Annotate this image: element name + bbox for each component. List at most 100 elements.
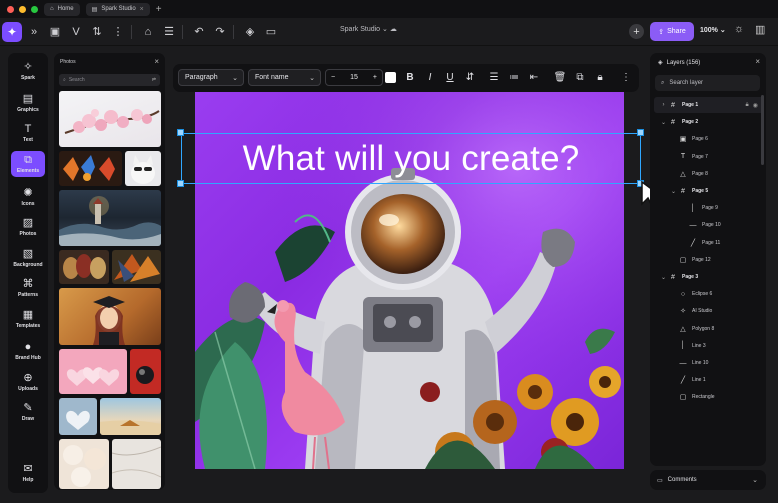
- indent-button[interactable]: ⇤: [527, 70, 541, 85]
- duplicate-button[interactable]: ⧉: [573, 70, 587, 85]
- rail-item-uploads[interactable]: ⊕ Uploads: [11, 372, 45, 392]
- lock-button[interactable]: 🔒︎: [593, 70, 607, 85]
- rail-item-templates[interactable]: ▦ Templates: [11, 309, 45, 329]
- home-button[interactable]: ⌂: [139, 23, 157, 41]
- canvas-headline-textbox[interactable]: What will you create?: [181, 133, 641, 184]
- close-icon[interactable]: ×: [154, 57, 159, 66]
- rail-item-photos[interactable]: ▨ Photos: [11, 217, 45, 237]
- sort-button[interactable]: ⇅: [88, 23, 106, 41]
- expand-chevron-icon[interactable]: ⌄: [670, 188, 677, 195]
- layers-button[interactable]: ◈: [241, 23, 259, 41]
- layer-row[interactable]: ▢ Rectangle: [654, 389, 764, 405]
- minimize-window-button[interactable]: [19, 5, 26, 13]
- photo-beach[interactable]: [100, 398, 161, 435]
- app-logo-button[interactable]: ✦: [2, 21, 22, 42]
- maximize-window-button[interactable]: [31, 5, 38, 13]
- minus-icon[interactable]: −: [331, 74, 335, 81]
- photo-hearts[interactable]: [59, 349, 127, 394]
- resize-handle-top-right[interactable]: [637, 129, 644, 136]
- underline-button[interactable]: U: [443, 70, 457, 85]
- font-family-select[interactable]: Font name ⌄: [248, 69, 321, 86]
- tab-home[interactable]: ⌂ Home: [44, 2, 80, 16]
- more-options-button[interactable]: ⋮: [619, 70, 633, 85]
- photo-search-input[interactable]: ⌕ Search ⇌: [59, 74, 160, 86]
- layer-row[interactable]: T Page 7: [654, 149, 764, 165]
- undo-button[interactable]: ↶: [190, 23, 208, 41]
- theme-toggle[interactable]: ☼: [734, 23, 744, 35]
- photo-marble[interactable]: [112, 439, 161, 489]
- plus-icon[interactable]: +: [373, 74, 377, 81]
- photo-autumn-leaves[interactable]: [112, 250, 161, 284]
- new-tab-button[interactable]: +: [156, 4, 162, 15]
- layer-row[interactable]: │ Page 9: [654, 200, 764, 216]
- photo-heart-ornament[interactable]: [59, 398, 97, 435]
- filter-icon[interactable]: ⇌: [152, 77, 156, 83]
- layer-row[interactable]: ╱ Line 1: [654, 372, 764, 388]
- expand-button[interactable]: »: [25, 23, 43, 41]
- layer-row[interactable]: ○ Eclipse 6: [654, 286, 764, 302]
- list-button[interactable]: ≔: [507, 70, 521, 85]
- delete-button[interactable]: 🗑︎: [553, 70, 567, 85]
- rail-item-graphics[interactable]: ▤ Graphics: [11, 93, 45, 113]
- rail-item-icons[interactable]: ✺ Icons: [11, 187, 45, 207]
- italic-button[interactable]: I: [423, 70, 437, 85]
- comment-button[interactable]: ▭: [262, 23, 280, 41]
- resize-handle-top-left[interactable]: [177, 129, 184, 136]
- paragraph-style-select[interactable]: Paragraph ⌄: [178, 69, 244, 86]
- photo-masks[interactable]: [59, 250, 109, 284]
- expand-chevron-icon[interactable]: ›: [660, 102, 667, 108]
- resize-handle-bottom-left[interactable]: [177, 180, 184, 187]
- right-panel-toggle[interactable]: ▥: [755, 23, 765, 36]
- share-button[interactable]: ⇪ Share: [650, 22, 694, 41]
- close-tab-icon[interactable]: ×: [140, 6, 144, 13]
- layer-row[interactable]: ⌄ # Page 5: [654, 183, 764, 199]
- more-button[interactable]: ⋮: [109, 23, 127, 41]
- rail-item-spark[interactable]: ✧ Spark: [11, 61, 45, 81]
- layer-row[interactable]: ✧ AI Studio: [654, 303, 764, 319]
- tab-spark-studio[interactable]: ▤ Spark Studio ×: [85, 2, 150, 16]
- layer-row[interactable]: △ Polygon 8: [654, 321, 764, 337]
- add-collaborator-button[interactable]: +: [629, 24, 644, 39]
- bold-button[interactable]: B: [403, 70, 417, 85]
- layer-row[interactable]: — Line 10: [654, 355, 764, 371]
- redo-button[interactable]: ↷: [211, 23, 229, 41]
- rail-item-draw[interactable]: ✎ Draw: [11, 402, 45, 422]
- layer-row[interactable]: ▢ Page 12: [654, 252, 764, 268]
- layer-row[interactable]: ⌄ # Page 3: [654, 269, 764, 285]
- photo-butterflies[interactable]: [59, 151, 122, 186]
- layers-scrollbar[interactable]: [761, 95, 764, 165]
- vector-button[interactable]: V: [67, 23, 85, 41]
- rail-item-help[interactable]: ✉ Help: [11, 463, 45, 483]
- media-button[interactable]: ▣: [46, 23, 64, 41]
- zoom-dropdown[interactable]: 100% ⌄: [700, 26, 726, 34]
- expand-chevron-icon[interactable]: ⌄: [660, 274, 667, 281]
- text-color-swatch[interactable]: [385, 72, 396, 83]
- expand-chevron-icon[interactable]: ⌄: [660, 119, 667, 126]
- align-button[interactable]: ☰: [487, 70, 501, 85]
- layer-row[interactable]: — Page 10: [654, 217, 764, 233]
- layer-row[interactable]: ▣ Page 6: [654, 131, 764, 147]
- layer-row[interactable]: △ Page 8: [654, 166, 764, 182]
- layer-search-input[interactable]: ⌕ Search layer: [655, 75, 760, 91]
- photo-cherry-blossom[interactable]: [59, 91, 161, 147]
- layer-row[interactable]: › # Page 1 🔒︎ ◉: [654, 97, 764, 113]
- lock-icon[interactable]: 🔒︎: [746, 102, 749, 109]
- layer-row[interactable]: ⌄ # Page 2: [654, 114, 764, 130]
- rail-item-background[interactable]: ▧ Background: [11, 248, 45, 268]
- photo-lighthouse[interactable]: [59, 190, 161, 246]
- photo-cat[interactable]: [125, 151, 161, 186]
- rail-item-elements[interactable]: ⧉ Elements: [11, 151, 45, 177]
- comments-bar[interactable]: ▭ Comments ⌄: [650, 470, 766, 490]
- rail-item-patterns[interactable]: ⌘ Patterns: [11, 278, 45, 298]
- menu-button[interactable]: ☰: [160, 23, 178, 41]
- layer-row[interactable]: ╱ Page 11: [654, 235, 764, 251]
- close-window-button[interactable]: [7, 5, 14, 13]
- photo-paper-flowers[interactable]: [59, 439, 109, 489]
- document-title[interactable]: Spark Studio ⌄ ☁: [340, 25, 397, 33]
- text-spacing-button[interactable]: ⇵: [463, 70, 477, 85]
- close-icon[interactable]: ×: [755, 57, 760, 66]
- rail-item-text[interactable]: T Text: [11, 123, 45, 143]
- photo-graduate[interactable]: [59, 288, 161, 345]
- font-size-stepper[interactable]: − 15 +: [325, 69, 383, 86]
- photo-sphere[interactable]: [130, 349, 161, 394]
